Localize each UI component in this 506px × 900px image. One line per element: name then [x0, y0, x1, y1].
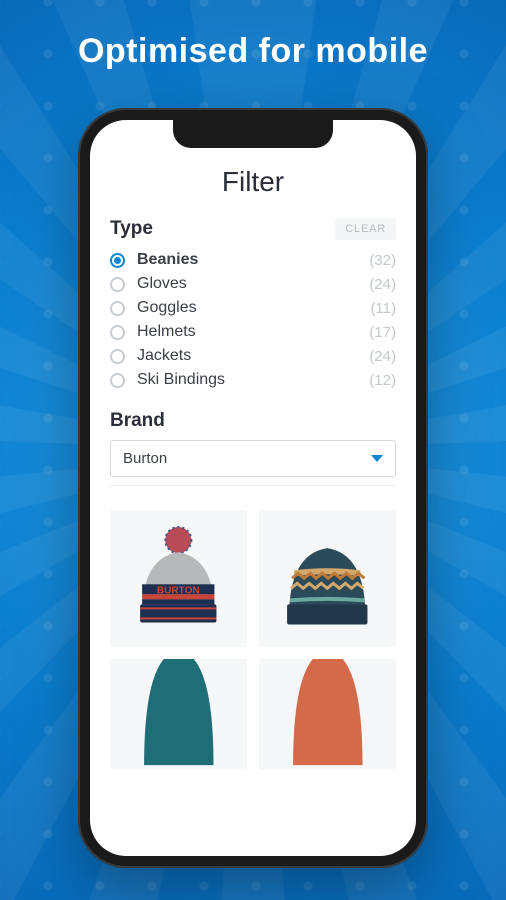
- product-card[interactable]: [259, 510, 396, 647]
- phone-screen: Filter Type CLEAR Beanies(32)Gloves(24)G…: [90, 120, 416, 856]
- type-option-label: Beanies: [137, 251, 369, 269]
- chevron-down-icon: [371, 455, 383, 462]
- type-option-label: Ski Bindings: [137, 371, 369, 389]
- radio-icon: [110, 349, 125, 364]
- radio-icon: [110, 277, 125, 292]
- radio-icon: [110, 301, 125, 316]
- product-card[interactable]: BURTON: [110, 510, 247, 647]
- type-option-count: (11): [370, 300, 396, 317]
- type-option-label: Jackets: [137, 347, 369, 365]
- beanie-pom-icon: BURTON: [118, 518, 239, 639]
- divider: [110, 485, 396, 486]
- radio-icon: [110, 253, 125, 268]
- beanie-plain-icon: [273, 659, 383, 769]
- type-option[interactable]: Jackets(24): [110, 344, 396, 368]
- type-option-label: Goggles: [137, 299, 370, 317]
- type-option-label: Helmets: [137, 323, 369, 341]
- type-option[interactable]: Goggles(11): [110, 296, 396, 320]
- hero-headline: Optimised for mobile: [0, 0, 506, 71]
- brand-select[interactable]: Burton: [110, 440, 396, 477]
- radio-icon: [110, 325, 125, 340]
- brand-selected-value: Burton: [123, 450, 167, 467]
- type-option-count: (17): [369, 324, 396, 341]
- type-option-count: (12): [369, 372, 396, 389]
- type-option-count: (32): [369, 252, 396, 269]
- radio-icon: [110, 373, 125, 388]
- type-section-label: Type: [110, 218, 153, 240]
- type-option[interactable]: Gloves(24): [110, 272, 396, 296]
- type-list: Beanies(32)Gloves(24)Goggles(11)Helmets(…: [110, 248, 396, 392]
- type-option-label: Gloves: [137, 275, 369, 293]
- type-option-count: (24): [369, 348, 396, 365]
- type-option-count: (24): [369, 276, 396, 293]
- phone-notch: [173, 120, 333, 148]
- phone-frame: Filter Type CLEAR Beanies(32)Gloves(24)G…: [78, 108, 428, 868]
- page-title: Filter: [110, 166, 396, 198]
- product-card[interactable]: [110, 659, 247, 769]
- beanie-plain-icon: [124, 659, 234, 769]
- clear-button[interactable]: CLEAR: [335, 218, 396, 240]
- type-option[interactable]: Beanies(32): [110, 248, 396, 272]
- type-option[interactable]: Helmets(17): [110, 320, 396, 344]
- beanie-pattern-icon: [267, 518, 388, 639]
- type-option[interactable]: Ski Bindings(12): [110, 368, 396, 392]
- product-card[interactable]: [259, 659, 396, 769]
- brand-section-label: Brand: [110, 410, 396, 432]
